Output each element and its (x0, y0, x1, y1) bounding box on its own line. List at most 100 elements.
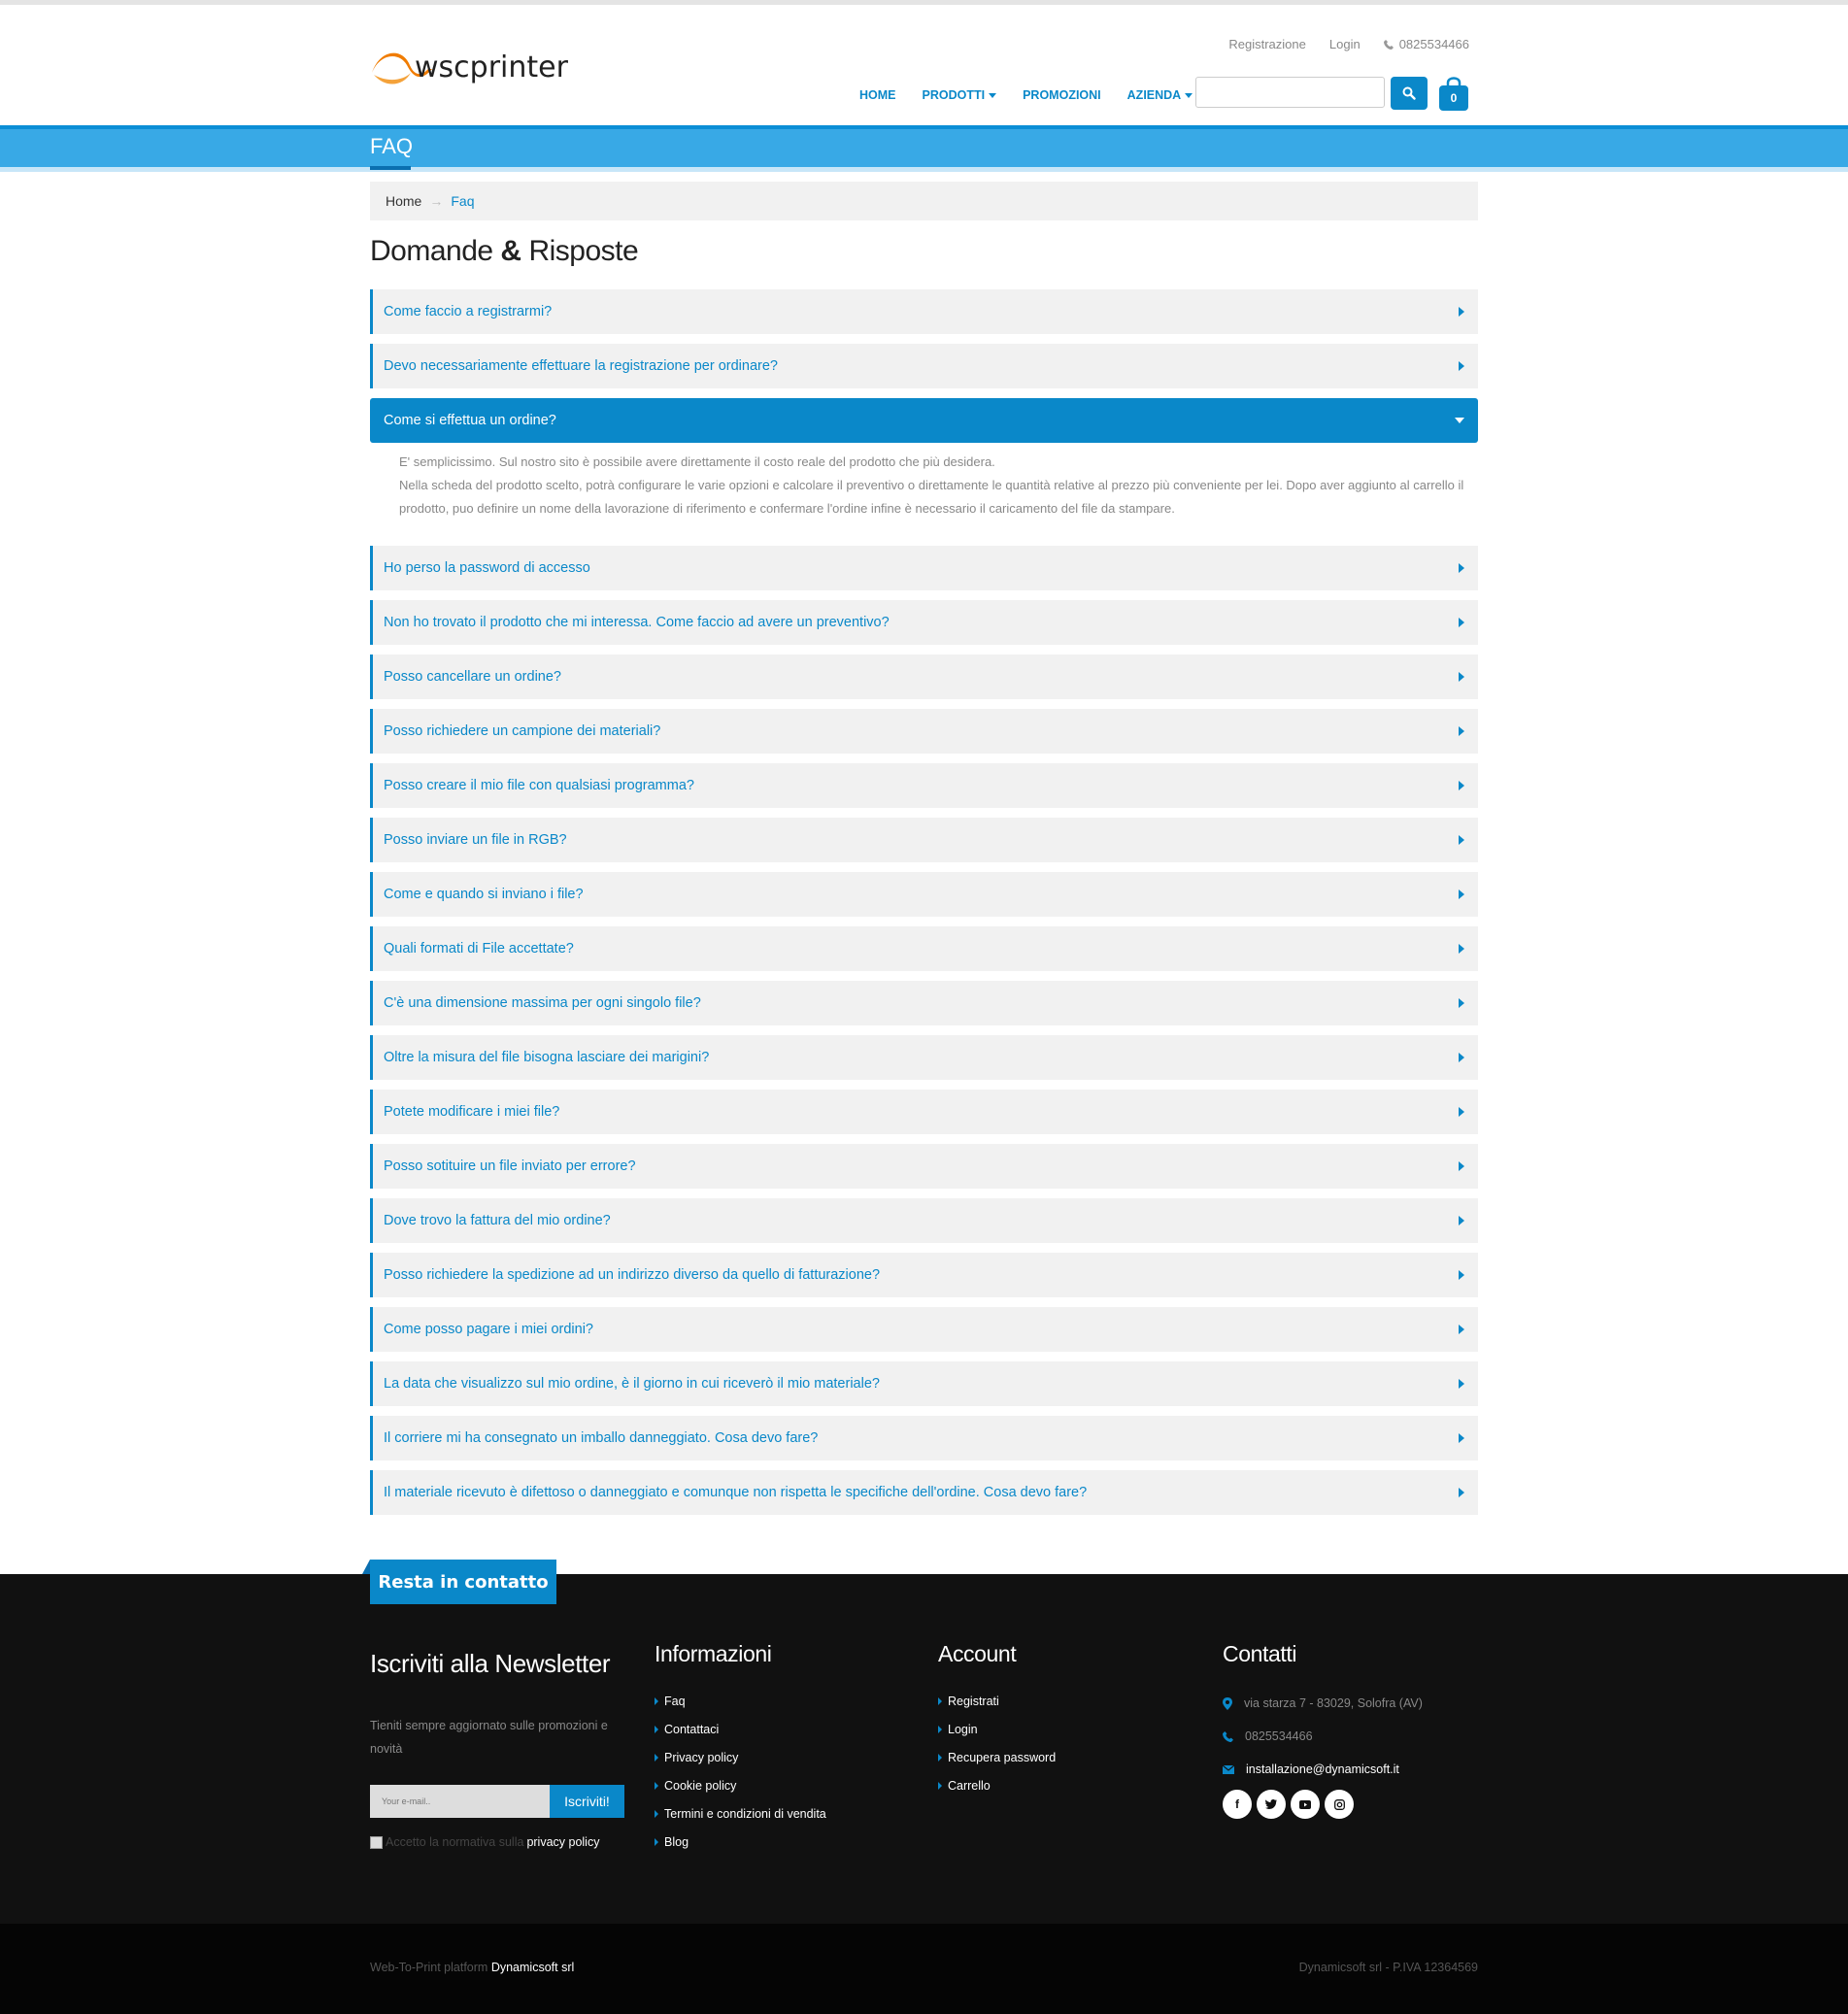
site-logo[interactable]: wscprinter (370, 44, 586, 94)
caret-right-icon (938, 1725, 942, 1733)
contacts-section: Contatti via starza 7 - 83029, Solofra (… (1223, 1641, 1423, 1819)
nav-home[interactable]: HOME (859, 88, 896, 102)
faq-question-text: Dove trovo la fattura del mio ordine? (384, 1213, 611, 1228)
faq-question[interactable]: Posso richiedere la spedizione ad un ind… (370, 1253, 1478, 1297)
caret-down-icon (1185, 92, 1193, 98)
footer-link-cookie[interactable]: Cookie policy (655, 1771, 826, 1799)
nav-home-label: HOME (859, 88, 896, 102)
faq-question-text: Posso richiedere un campione dei materia… (384, 723, 661, 739)
search-button[interactable] (1391, 77, 1428, 110)
main-nav: HOME PRODOTTI PROMOZIONI AZIENDA (859, 88, 1193, 102)
newsletter-subscribe-button[interactable]: Iscriviti! (550, 1785, 624, 1818)
faq-question-text: Posso creare il mio file con qualsiasi p… (384, 778, 694, 793)
footer-link-recupera-password[interactable]: Recupera password (938, 1743, 1056, 1771)
faq-question[interactable]: Posso sotituire un file inviato per erro… (370, 1144, 1478, 1189)
social-links: f (1223, 1790, 1423, 1819)
faq-question[interactable]: Quali formati di File accettate? (370, 926, 1478, 971)
newsletter-email-input[interactable] (370, 1785, 550, 1818)
faq-question-text: La data che visualizzo sul mio ordine, è… (384, 1376, 880, 1392)
faq-answer-line: E' semplicissimo. Sul nostro sito è poss… (399, 454, 995, 469)
footer-link-faq[interactable]: Faq (655, 1687, 826, 1715)
footer-link-login[interactable]: Login (938, 1715, 1056, 1743)
envelope-icon (1223, 1764, 1234, 1774)
faq-question[interactable]: Non ho trovato il prodotto che mi intere… (370, 600, 1478, 645)
register-link[interactable]: Registrazione (1228, 37, 1306, 51)
nav-azienda[interactable]: AZIENDA (1127, 88, 1193, 102)
faq-question-text: Devo necessariamente effettuare la regis… (384, 358, 778, 374)
faq-question[interactable]: Posso richiedere un campione dei materia… (370, 709, 1478, 754)
cart-button[interactable]: 0 (1437, 75, 1470, 112)
faq-question[interactable]: Il corriere mi ha consegnato un imballo … (370, 1416, 1478, 1460)
breadcrumb-current[interactable]: Faq (451, 193, 474, 209)
footer-link-blog[interactable]: Blog (655, 1828, 826, 1856)
breadcrumb-home[interactable]: Home (386, 193, 421, 209)
search-input[interactable] (1195, 77, 1385, 108)
title-part1: Domande (370, 235, 493, 267)
footer-link-terms[interactable]: Termini e condizioni di vendita (655, 1799, 826, 1828)
faq-question-text: Oltre la misura del file bisogna lasciar… (384, 1050, 710, 1065)
nav-promozioni[interactable]: PROMOZIONI (1023, 88, 1101, 102)
footer-link-privacy[interactable]: Privacy policy (655, 1743, 826, 1771)
caret-right-icon (938, 1753, 942, 1762)
footer-link-registrati[interactable]: Registrati (938, 1687, 1056, 1715)
faq-question-text: Come e quando si inviano i file? (384, 887, 584, 902)
newsletter-desc: Tieniti sempre aggiornato sulle promozio… (370, 1719, 608, 1756)
banner-title: FAQ (370, 134, 414, 158)
privacy-checkbox[interactable] (370, 1835, 383, 1849)
faq-question[interactable]: La data che visualizzo sul mio ordine, è… (370, 1361, 1478, 1406)
caret-right-icon (1459, 618, 1464, 627)
caret-right-icon (655, 1781, 658, 1790)
login-link[interactable]: Login (1329, 37, 1361, 51)
nav-prodotti[interactable]: PRODOTTI (923, 88, 997, 102)
faq-question-text: Come faccio a registrarmi? (384, 304, 553, 319)
info-section: Informazioni Faq Contattaci Privacy poli… (655, 1641, 826, 1856)
caret-right-icon (655, 1837, 658, 1846)
phone-icon (1223, 1730, 1233, 1742)
caret-right-icon (1459, 563, 1464, 573)
faq-question[interactable]: Devo necessariamente effettuare la regis… (370, 344, 1478, 388)
caret-right-icon (938, 1696, 942, 1705)
faq-question[interactable]: Come posso pagare i miei ordini? (370, 1307, 1478, 1352)
footer-link-label: Cookie policy (664, 1778, 737, 1793)
faq-question[interactable]: Il materiale ricevuto è difettoso o dann… (370, 1470, 1478, 1515)
faq-answer-line: Nella scheda del prodotto scelto, potrà … (399, 478, 1464, 516)
footer-link-label: Recupera password (948, 1750, 1057, 1764)
footer-link-label: Registrati (948, 1694, 999, 1708)
faq-question[interactable]: Dove trovo la fattura del mio ordine? (370, 1198, 1478, 1243)
faq-question-open[interactable]: Come si effettua un ordine? (370, 398, 1478, 443)
youtube-icon[interactable] (1291, 1790, 1320, 1819)
platform-credit-prefix: Web-To-Print platform (370, 1961, 488, 1974)
site-header: wscprinter Registrazione Login 082553446… (0, 5, 1848, 126)
faq-question[interactable]: C'è una dimensione massima per ogni sing… (370, 981, 1478, 1025)
caret-right-icon (655, 1725, 658, 1733)
footer-link-label: Contattaci (664, 1722, 720, 1736)
cart-count: 0 (1450, 91, 1458, 105)
caret-right-icon (655, 1696, 658, 1705)
footer-link-label: Privacy policy (664, 1750, 739, 1764)
faq-question[interactable]: Posso creare il mio file con qualsiasi p… (370, 763, 1478, 808)
footer-link-contattaci[interactable]: Contattaci (655, 1715, 826, 1743)
footer-link-label: Blog (664, 1834, 689, 1849)
faq-question[interactable]: Ho perso la password di accesso (370, 546, 1478, 590)
caret-right-icon (1459, 1216, 1464, 1225)
faq-question[interactable]: Potete modificare i miei file? (370, 1090, 1478, 1134)
faq-question[interactable]: Posso cancellare un ordine? (370, 655, 1478, 699)
caret-right-icon (938, 1781, 942, 1790)
caret-right-icon (1459, 361, 1464, 371)
caret-right-icon (1459, 1107, 1464, 1117)
contact-address-text: via starza 7 - 83029, Solofra (AV) (1244, 1696, 1423, 1710)
privacy-policy-link[interactable]: privacy policy (526, 1835, 599, 1849)
twitter-icon[interactable] (1257, 1790, 1286, 1819)
faq-question-text: C'è una dimensione massima per ogni sing… (384, 995, 701, 1011)
platform-credit-brand[interactable]: Dynamicsoft srl (491, 1961, 574, 1974)
contact-email-link[interactable]: installazione@dynamicsoft.it (1246, 1762, 1399, 1776)
caret-right-icon (1459, 672, 1464, 682)
facebook-icon[interactable]: f (1223, 1790, 1252, 1819)
footer-link-carrello[interactable]: Carrello (938, 1771, 1056, 1799)
contact-email: installazione@dynamicsoft.it (1223, 1753, 1423, 1786)
faq-question[interactable]: Posso inviare un file in RGB? (370, 818, 1478, 862)
instagram-icon[interactable] (1325, 1790, 1354, 1819)
faq-question[interactable]: Come faccio a registrarmi? (370, 289, 1478, 334)
faq-question[interactable]: Oltre la misura del file bisogna lasciar… (370, 1035, 1478, 1080)
faq-question[interactable]: Come e quando si inviano i file? (370, 872, 1478, 917)
